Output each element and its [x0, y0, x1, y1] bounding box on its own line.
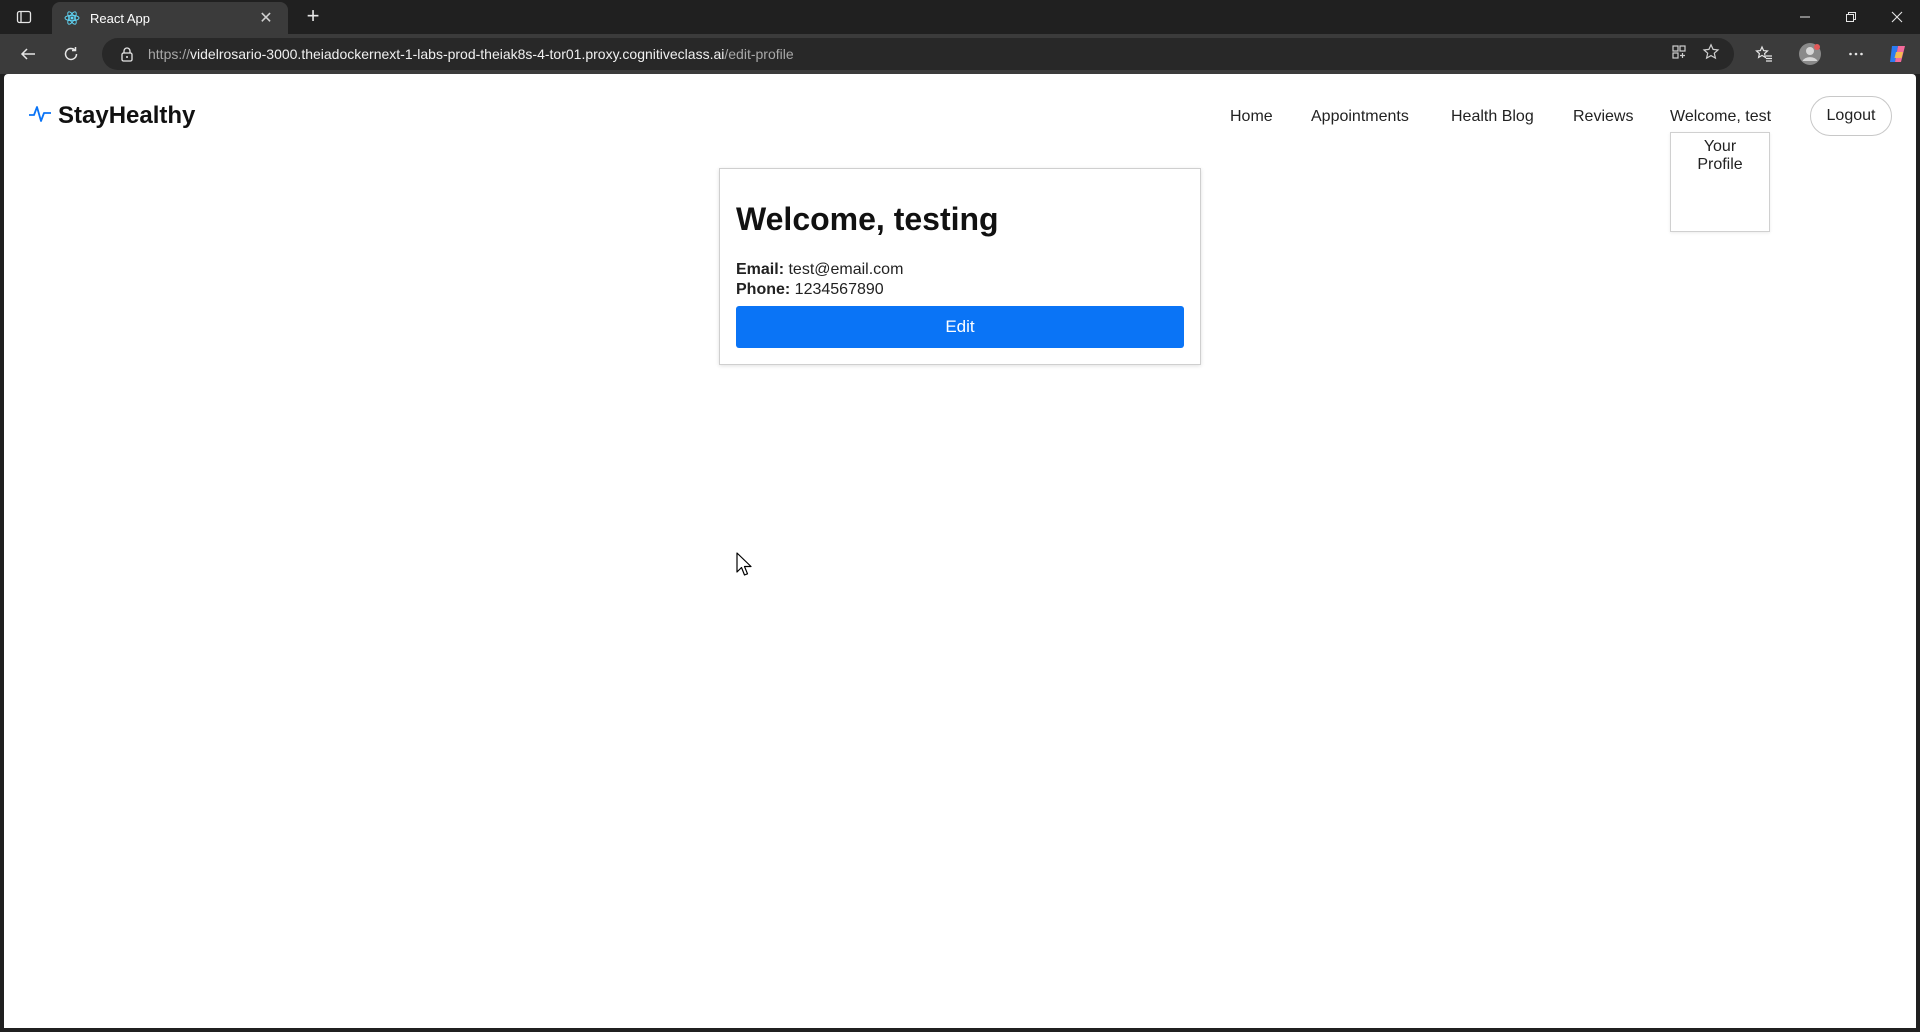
url-scheme: https:// — [148, 46, 191, 62]
phone-row: Phone: 1234567890 — [736, 281, 884, 299]
page-viewport: StayHealthy Home Appointments Health Blo… — [4, 74, 1916, 1028]
favorites-icon[interactable] — [1748, 39, 1780, 69]
copilot-icon[interactable] — [1882, 39, 1914, 69]
mouse-cursor-icon — [736, 552, 754, 578]
url-host: videlrosario-3000.theiadockernext-1-labs… — [190, 46, 725, 62]
phone-label: Phone: — [736, 281, 791, 298]
back-arrow-icon[interactable] — [12, 39, 44, 69]
nav-reviews[interactable]: Reviews — [1573, 108, 1633, 126]
brand-logo[interactable]: StayHealthy — [28, 102, 195, 130]
url-path: /edit-profile — [724, 46, 794, 62]
lock-icon[interactable] — [118, 45, 136, 63]
address-bar[interactable]: https://videlrosario-3000.theiadockernex… — [102, 38, 1734, 70]
nav-welcome-user[interactable]: Welcome, test — [1670, 108, 1771, 126]
react-favicon-icon — [64, 10, 80, 26]
profile-card: Welcome, testing Email: test@email.com P… — [719, 168, 1201, 365]
brand-name: StayHealthy — [58, 102, 196, 129]
star-icon[interactable] — [1702, 43, 1720, 66]
refresh-icon[interactable] — [55, 39, 87, 69]
close-icon[interactable]: ✕ — [256, 8, 276, 28]
nav-home[interactable]: Home — [1230, 108, 1273, 126]
more-icon[interactable] — [1840, 39, 1872, 69]
url-text: https://videlrosario-3000.theiadockernex… — [148, 46, 794, 62]
your-profile-link[interactable]: Your Profile — [1671, 133, 1769, 179]
nav-health-blog[interactable]: Health Blog — [1451, 108, 1534, 126]
email-value: test@email.com — [788, 261, 904, 278]
logout-button[interactable]: Logout — [1810, 96, 1892, 136]
tab-actions-icon[interactable] — [10, 6, 38, 28]
browser-tab[interactable]: React App ✕ — [52, 2, 288, 34]
nav-appointments[interactable]: Appointments — [1311, 108, 1409, 126]
restore-icon[interactable] — [1828, 0, 1874, 34]
close-window-icon[interactable] — [1874, 0, 1920, 34]
plus-icon[interactable]: + — [300, 5, 326, 29]
email-row: Email: test@email.com — [736, 261, 903, 279]
address-bar-actions — [1670, 43, 1720, 66]
profile-dropdown: Your Profile — [1670, 132, 1770, 232]
email-label: Email: — [736, 261, 785, 278]
app-install-icon[interactable] — [1670, 43, 1688, 66]
profile-avatar-icon[interactable] — [1794, 39, 1826, 69]
pulse-icon — [28, 104, 52, 129]
tab-title: React App — [90, 10, 150, 26]
minimize-icon[interactable] — [1782, 0, 1828, 34]
site-navbar: StayHealthy Home Appointments Health Blo… — [4, 74, 1916, 232]
edit-button[interactable]: Edit — [736, 306, 1184, 348]
profile-heading: Welcome, testing — [736, 201, 999, 237]
phone-value: 1234567890 — [794, 281, 884, 298]
browser-toolbar: https://videlrosario-3000.theiadockernex… — [0, 34, 1920, 74]
browser-tab-bar: React App ✕ + — [0, 0, 1920, 34]
